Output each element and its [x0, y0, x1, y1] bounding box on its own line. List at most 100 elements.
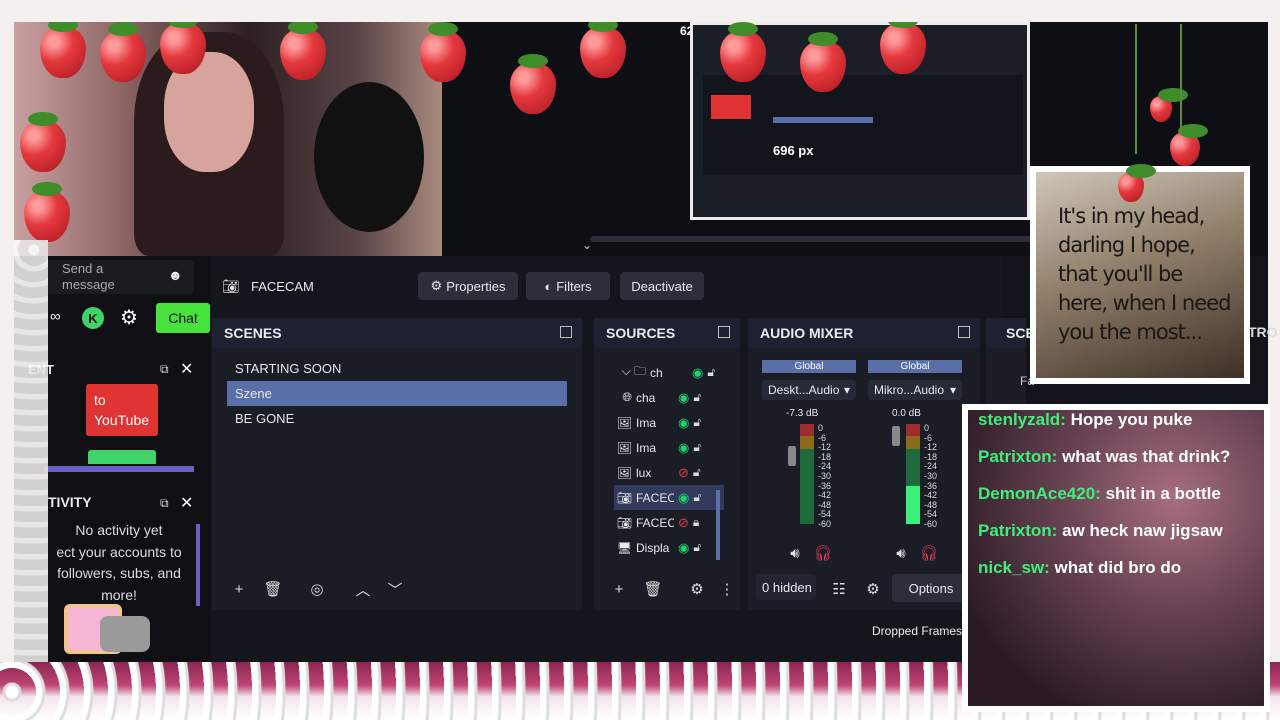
chat-message: Patrixton: what was that drink? [978, 443, 1254, 470]
events-scrollbar[interactable] [44, 466, 194, 472]
popout-icon[interactable]: ⧉ [160, 362, 169, 377]
scene-item[interactable]: STARTING SOON [227, 356, 567, 381]
unlock-icon[interactable]: 🔓︎ [693, 415, 701, 430]
strawberry-decoration [1170, 124, 1208, 166]
unlock-icon[interactable]: 🔓︎ [693, 465, 701, 480]
meter-tick: -60 [924, 518, 938, 529]
kick-icon[interactable]: K [82, 307, 104, 329]
volume-slider[interactable] [892, 426, 900, 446]
camera-icon: 📷︎ [616, 515, 632, 530]
source-item[interactable]: 🌐︎ cha ◉ 🔓︎ [614, 385, 724, 410]
eye-off-icon[interactable]: ⊘ [678, 515, 689, 531]
add-scene-icon[interactable]: + [228, 578, 250, 600]
eye-off-icon[interactable]: ⊘ [678, 465, 689, 481]
chevron-down-icon: ▾ [843, 383, 850, 397]
undock-icon[interactable] [958, 326, 970, 338]
move-down-icon[interactable]: ﹀ [384, 578, 406, 600]
audio-mixer-dock: AUDIO MIXER Global Deskt...Audio ▾ -7.3 d… [748, 318, 980, 610]
folder-icon: ⌵ 🗀 [621, 364, 646, 378]
add-source-icon[interactable]: + [608, 578, 630, 600]
strawberry-decoration [720, 22, 766, 82]
audio-mixer-title: AUDIO MIXER [748, 318, 980, 348]
send-message-input[interactable]: Send a message ☻ [44, 260, 194, 294]
hidden-count[interactable]: 0 hidden [756, 574, 816, 600]
source-label: ch [650, 365, 663, 380]
source-label: lux [636, 465, 652, 480]
close-icon[interactable]: ✕ [180, 493, 193, 513]
strawberry-decoration [580, 18, 626, 78]
camera-icon: 📷︎ [222, 278, 240, 294]
source-label: Ima [636, 415, 657, 430]
undock-icon[interactable] [718, 326, 730, 338]
scene-item-selected[interactable]: Szene [227, 381, 567, 406]
stream-screen: ⌄ 62 696 px Send a message ☻ ∞ K ⚙ Chat … [0, 0, 1280, 720]
desktop-audio-db: -7.3 dB [786, 408, 819, 419]
scene-item[interactable]: BE GONE [227, 406, 567, 431]
volume-meter [800, 424, 814, 524]
activity-scrollbar[interactable] [196, 524, 200, 606]
chat-message: stenlyzald: Hope you puke [978, 410, 1254, 433]
volume-slider[interactable] [788, 446, 796, 466]
link-icon[interactable]: ∞ [50, 308, 61, 325]
headphones-icon[interactable]: 🎧︎ [918, 542, 940, 564]
image-icon: 🖼︎ [616, 465, 632, 480]
trash-icon[interactable]: 🗑︎ [642, 578, 664, 600]
meter-tick: -60 [818, 518, 832, 529]
source-item[interactable]: 🖼︎ Ima ◉ 🔓︎ [614, 410, 724, 435]
source-item[interactable]: 🖼︎ Ima ◉ 🔓︎ [614, 435, 724, 460]
source-item[interactable]: 📷︎ FACEC ⊘ 🔒︎ [614, 510, 724, 535]
sources-scrollbar[interactable] [716, 490, 720, 560]
more-icon[interactable]: ⋮ [716, 578, 738, 600]
gear-icon[interactable]: ⚙ [686, 578, 708, 600]
source-item[interactable]: 🖥︎ Displa ◉ 🔓︎ [614, 535, 724, 560]
chat-text: shit in a bottle [1105, 484, 1221, 503]
trash-icon[interactable]: 🗑︎ [262, 578, 284, 600]
close-icon[interactable]: ✕ [180, 359, 193, 379]
gear-icon[interactable]: ⚙ [120, 305, 138, 330]
unlock-icon[interactable]: 🔓︎ [693, 390, 701, 405]
gear-icon[interactable]: ⚙ [862, 578, 884, 600]
width-readout: 696 px [773, 143, 814, 158]
quote-card: It's in my head, darling I hope, that yo… [1030, 166, 1250, 384]
deactivate-button[interactable]: Deactivate [620, 272, 704, 300]
options-button[interactable]: Options [892, 574, 970, 602]
chat-button[interactable]: Chat [156, 303, 210, 333]
eye-icon[interactable]: ◉ [678, 390, 689, 406]
undock-icon[interactable] [560, 326, 572, 338]
filter-icon[interactable]: ◎ [306, 578, 328, 600]
source-item[interactable]: 🖼︎ lux ⊘ 🔓︎ [614, 460, 724, 485]
popout-icon[interactable]: ⧉ [160, 496, 169, 511]
source-label: Displa [636, 540, 670, 555]
lock-icon[interactable]: 🔒︎ [693, 515, 699, 530]
unlock-icon[interactable]: 🔓︎ [707, 365, 715, 380]
properties-button[interactable]: ⚙ Properties [418, 272, 518, 300]
unlock-icon[interactable]: 🔓︎ [693, 490, 701, 505]
mic-audio-select[interactable]: Mikro...Audio ▾ [868, 380, 962, 400]
filters-button[interactable]: ◐ Filters [526, 272, 610, 300]
unlock-icon[interactable]: 🔓︎ [693, 440, 701, 455]
move-up-icon[interactable]: ︿ [352, 578, 374, 600]
emoji-icon[interactable]: ☻ [168, 267, 183, 283]
source-label: Ima [636, 440, 657, 455]
sources-title: SOURCES [594, 318, 740, 348]
eye-icon[interactable]: ◉ [692, 365, 703, 381]
youtube-connect-button[interactable]: to YouTube [86, 384, 158, 436]
mixer-settings-icon[interactable]: ☷ [828, 578, 850, 600]
vine-decoration [1180, 24, 1182, 134]
speaker-icon[interactable]: 🔊︎ [784, 542, 806, 564]
unlock-icon[interactable]: 🔓︎ [693, 540, 701, 555]
meter-scale: 0 -6 -12 -18 -24 -30 -36 -42 -48 -54 -60 [924, 423, 938, 530]
sources-dock: SOURCES ⌵ 🗀 ch ◉ 🔓︎ 🌐︎ cha ◉ 🔓︎ 🖼︎ Ima ◉ 🔓︎ 🖼︎ Ima ◉ 🔓︎… [594, 318, 740, 610]
source-item[interactable]: 📷︎ FACEC ◉ 🔓︎ [614, 485, 724, 510]
connect-button[interactable] [88, 450, 156, 464]
speaker-icon[interactable]: 🔊︎ [890, 542, 912, 564]
headphones-icon[interactable]: 🎧︎ [812, 542, 834, 564]
eye-icon[interactable]: ◉ [678, 490, 689, 506]
eye-icon[interactable]: ◉ [678, 415, 689, 431]
global-badge: Global [868, 360, 962, 373]
desktop-audio-select[interactable]: Deskt...Audio ▾ [762, 380, 856, 400]
eye-icon[interactable]: ◉ [678, 540, 689, 556]
source-item[interactable]: ⌵ 🗀 ch ◉ 🔓︎ [614, 360, 724, 385]
vine-decoration [1135, 24, 1137, 154]
eye-icon[interactable]: ◉ [678, 440, 689, 456]
